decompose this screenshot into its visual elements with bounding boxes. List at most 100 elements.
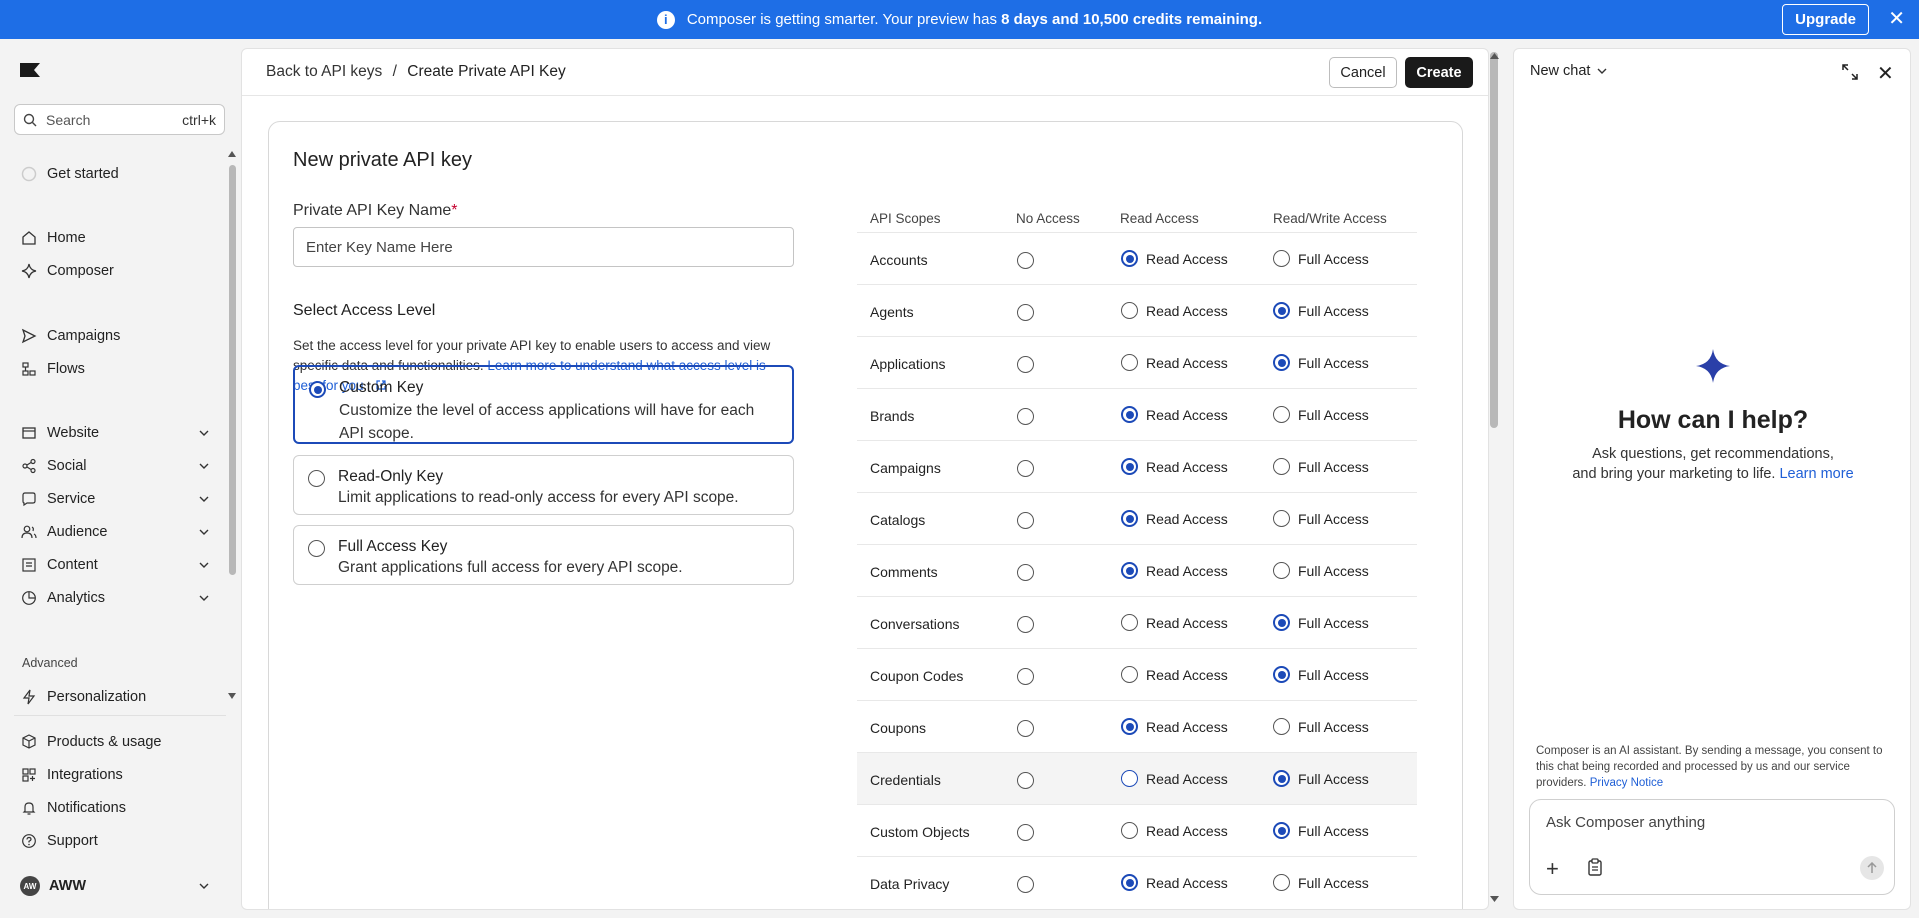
- custom-objects-full-access-option[interactable]: Full Access: [1273, 822, 1369, 839]
- credentials-no-access-radio[interactable]: [1017, 771, 1034, 789]
- add-attachment-icon[interactable]: +: [1546, 856, 1559, 882]
- catalogs-no-access-radio[interactable]: [1017, 511, 1034, 529]
- read-access-radio[interactable]: [1121, 458, 1138, 475]
- comments-read-access-option[interactable]: Read Access: [1121, 562, 1228, 579]
- conversations-no-access-radio[interactable]: [1017, 615, 1034, 633]
- key-name-input[interactable]: [293, 227, 794, 267]
- catalogs-full-access-option[interactable]: Full Access: [1273, 510, 1369, 527]
- campaigns-full-access-option[interactable]: Full Access: [1273, 458, 1369, 475]
- comments-full-access-option[interactable]: Full Access: [1273, 562, 1369, 579]
- conversations-full-access-option[interactable]: Full Access: [1273, 614, 1369, 631]
- credentials-read-access-option[interactable]: Read Access: [1121, 770, 1228, 787]
- agents-no-access-radio[interactable]: [1017, 303, 1034, 321]
- coupon-codes-read-access-option[interactable]: Read Access: [1121, 666, 1228, 683]
- full-access-radio[interactable]: [1273, 874, 1290, 891]
- learn-more-link[interactable]: Learn more: [1779, 466, 1853, 482]
- accounts-no-access-radio[interactable]: [1017, 251, 1034, 269]
- sidebar-item-campaigns[interactable]: Campaigns: [20, 325, 210, 347]
- credentials-full-access-option[interactable]: Full Access: [1273, 770, 1369, 787]
- applications-full-access-option[interactable]: Full Access: [1273, 354, 1369, 371]
- read-only-key-radio[interactable]: [308, 470, 325, 487]
- read-access-radio[interactable]: [1121, 510, 1138, 527]
- sidebar-item-content[interactable]: Content: [20, 554, 210, 576]
- clipboard-icon[interactable]: [1586, 858, 1604, 876]
- full-access-radio[interactable]: [1273, 406, 1290, 423]
- close-banner-icon[interactable]: ✕: [1888, 8, 1905, 30]
- read-access-radio[interactable]: [1121, 302, 1138, 319]
- full-access-radio[interactable]: [1273, 614, 1290, 631]
- sidebar-item-service[interactable]: Service: [20, 488, 210, 510]
- coupons-full-access-option[interactable]: Full Access: [1273, 718, 1369, 735]
- custom-objects-no-access-radio[interactable]: [1017, 823, 1034, 841]
- full-access-radio[interactable]: [1273, 718, 1290, 735]
- sidebar-item-composer[interactable]: Composer: [20, 260, 210, 282]
- option-read-only-key[interactable]: Read-Only Key Limit applications to read…: [293, 455, 794, 515]
- sidebar-item-support[interactable]: Support: [20, 830, 210, 852]
- full-access-radio[interactable]: [1273, 666, 1290, 683]
- full-access-radio[interactable]: [1273, 510, 1290, 527]
- coupon-codes-no-access-radio[interactable]: [1017, 667, 1034, 685]
- search-input[interactable]: Search ctrl+k: [14, 104, 225, 135]
- full-access-radio[interactable]: [1273, 302, 1290, 319]
- scroll-up-icon[interactable]: [228, 151, 236, 157]
- chat-input[interactable]: [1546, 814, 1876, 838]
- read-access-radio[interactable]: [1121, 562, 1138, 579]
- close-chat-icon[interactable]: ✕: [1877, 61, 1894, 86]
- sidebar-item-notifications[interactable]: Notifications: [20, 797, 210, 819]
- full-access-radio[interactable]: [1273, 458, 1290, 475]
- back-to-api-keys-link[interactable]: Back to API keys: [266, 63, 382, 80]
- applications-no-access-radio[interactable]: [1017, 355, 1034, 373]
- comments-no-access-radio[interactable]: [1017, 563, 1034, 581]
- sidebar-item-personalization[interactable]: Personalization: [20, 686, 210, 708]
- brands-no-access-radio[interactable]: [1017, 407, 1034, 425]
- upgrade-button[interactable]: Upgrade: [1782, 4, 1869, 35]
- scroll-down-icon[interactable]: [228, 693, 236, 699]
- campaigns-read-access-option[interactable]: Read Access: [1121, 458, 1228, 475]
- brands-full-access-option[interactable]: Full Access: [1273, 406, 1369, 423]
- sidebar-item-analytics[interactable]: Analytics: [20, 587, 210, 609]
- brand-logo-icon[interactable]: [20, 63, 40, 77]
- read-access-radio[interactable]: [1121, 406, 1138, 423]
- sidebar-item-products-usage[interactable]: Products & usage: [20, 731, 210, 753]
- main-scroll-thumb[interactable]: [1490, 52, 1498, 428]
- create-button[interactable]: Create: [1405, 57, 1473, 88]
- sidebar-item-get-started[interactable]: Get started: [20, 163, 210, 185]
- campaigns-no-access-radio[interactable]: [1017, 459, 1034, 477]
- conversations-read-access-option[interactable]: Read Access: [1121, 614, 1228, 631]
- read-access-radio[interactable]: [1121, 250, 1138, 267]
- expand-icon[interactable]: [1841, 63, 1859, 81]
- read-access-radio[interactable]: [1121, 614, 1138, 631]
- accounts-full-access-option[interactable]: Full Access: [1273, 250, 1369, 267]
- read-access-radio[interactable]: [1121, 874, 1138, 891]
- read-access-radio[interactable]: [1121, 718, 1138, 735]
- agents-read-access-option[interactable]: Read Access: [1121, 302, 1228, 319]
- coupons-read-access-option[interactable]: Read Access: [1121, 718, 1228, 735]
- option-full-access-key[interactable]: Full Access Key Grant applications full …: [293, 525, 794, 585]
- brands-read-access-option[interactable]: Read Access: [1121, 406, 1228, 423]
- option-custom-key[interactable]: Custom Key Customize the level of access…: [293, 365, 794, 444]
- data-privacy-read-access-option[interactable]: Read Access: [1121, 874, 1228, 891]
- sidebar-item-audience[interactable]: Audience: [20, 521, 210, 543]
- agents-full-access-option[interactable]: Full Access: [1273, 302, 1369, 319]
- cancel-button[interactable]: Cancel: [1329, 57, 1397, 88]
- accounts-read-access-option[interactable]: Read Access: [1121, 250, 1228, 267]
- sidebar-item-social[interactable]: Social: [20, 455, 210, 477]
- sidebar-item-flows[interactable]: Flows: [20, 358, 210, 380]
- catalogs-read-access-option[interactable]: Read Access: [1121, 510, 1228, 527]
- custom-key-radio[interactable]: [309, 381, 326, 398]
- sidebar-scroll-thumb[interactable]: [229, 165, 236, 575]
- full-access-radio[interactable]: [1273, 250, 1290, 267]
- account-switcher[interactable]: AW AWW: [20, 875, 210, 897]
- send-button[interactable]: [1860, 856, 1884, 880]
- read-access-radio[interactable]: [1121, 770, 1138, 787]
- data-privacy-no-access-radio[interactable]: [1017, 875, 1034, 893]
- sidebar-item-website[interactable]: Website: [20, 422, 210, 444]
- custom-objects-read-access-option[interactable]: Read Access: [1121, 822, 1228, 839]
- sidebar-item-home[interactable]: Home: [20, 227, 210, 249]
- full-access-radio[interactable]: [1273, 562, 1290, 579]
- full-access-key-radio[interactable]: [308, 540, 325, 557]
- coupons-no-access-radio[interactable]: [1017, 719, 1034, 737]
- read-access-radio[interactable]: [1121, 822, 1138, 839]
- read-access-radio[interactable]: [1121, 354, 1138, 371]
- full-access-radio[interactable]: [1273, 822, 1290, 839]
